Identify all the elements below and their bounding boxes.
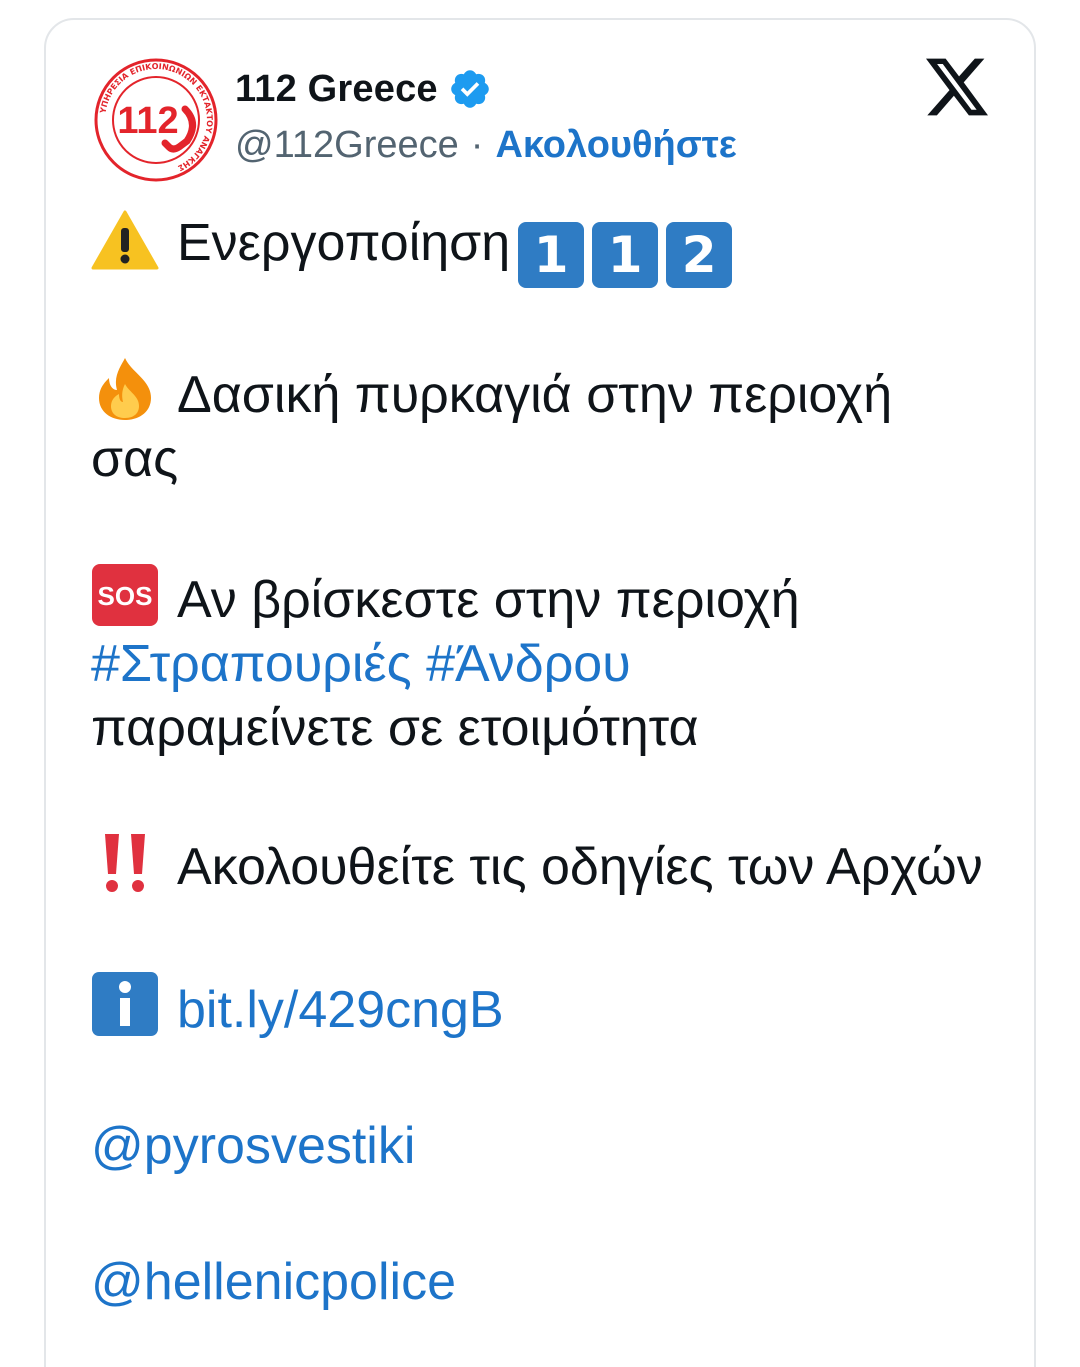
x-logo-icon[interactable]	[926, 58, 988, 116]
sos-line: SOS Αν βρίσκεστε στην περιοχή #Στραπουρι…	[91, 563, 991, 760]
activation-line: Ενεργοποίηση 1 1 2	[91, 210, 991, 288]
verified-badge-icon	[450, 70, 489, 108]
mention-line: @hellenicpolice	[91, 1250, 991, 1314]
avatar[interactable]: ΥΠΗΡΕΣΙΑ ΕΠΙΚΟΙΝΩΝΙΩΝ ΕΚΤΑΚΤΟΥ ΑΝΑΓΚΗΣ 1…	[93, 57, 219, 183]
fire-text: Δασική πυρκαγιά στην περιοχή σας	[91, 366, 893, 488]
sos-icon: SOS	[92, 564, 158, 626]
hashtag-link[interactable]: #Στραπουριές	[91, 635, 412, 693]
hashtag-link[interactable]: #Άνδρου	[426, 635, 631, 693]
svg-text:SOS: SOS	[98, 581, 153, 611]
fire-icon	[99, 358, 151, 420]
mention-link[interactable]: @hellenicpolice	[91, 1253, 456, 1311]
mention-line: @pyrosvestiki	[91, 1114, 991, 1178]
warning-icon	[91, 210, 159, 270]
tweet-body: Ενεργοποίηση 1 1 2 Δασική πυρκαγιά στην περ…	[91, 210, 991, 1367]
mention-link[interactable]: @pyrosvestiki	[91, 1117, 415, 1175]
avatar-number: 112	[117, 100, 178, 142]
handle[interactable]: @112Greece	[235, 124, 459, 167]
avatar-logo: ΥΠΗΡΕΣΙΑ ΕΠΙΚΟΙΝΩΝΙΩΝ ΕΚΤΑΚΤΟΥ ΑΝΑΓΚΗΣ 1…	[94, 58, 218, 182]
info-icon	[92, 972, 158, 1036]
author-name-row[interactable]: 112 Greece	[235, 64, 492, 114]
double-exclamation-icon	[105, 834, 145, 892]
info-line: bit.ly/429cngB	[91, 971, 991, 1042]
activation-text: Ενεργοποίηση	[177, 214, 511, 272]
keycap-icon: 2	[666, 222, 733, 288]
display-name[interactable]: 112 Greece	[235, 68, 438, 111]
sos-text: Αν βρίσκεστε στην περιοχή	[177, 571, 800, 629]
follow-button[interactable]: Ακολουθήστε	[495, 124, 736, 167]
fire-line: Δασική πυρκαγιά στην περιοχή σας	[91, 356, 991, 491]
handle-row: @112Greece · Ακολουθήστε	[235, 121, 737, 169]
keycap-icon: 1	[518, 222, 585, 288]
instructions-text: Ακολουθείτε τις οδηγίες των Αρχών	[177, 838, 983, 896]
ready-text: παραμείνετε σε ετοιμότητα	[91, 699, 699, 757]
instructions-line: Ακολουθείτε τις οδηγίες των Αρχών	[91, 832, 991, 899]
separator-dot: ·	[470, 123, 484, 166]
keycap-icon: 1	[592, 222, 659, 288]
info-link[interactable]: bit.ly/429cngB	[177, 981, 504, 1039]
